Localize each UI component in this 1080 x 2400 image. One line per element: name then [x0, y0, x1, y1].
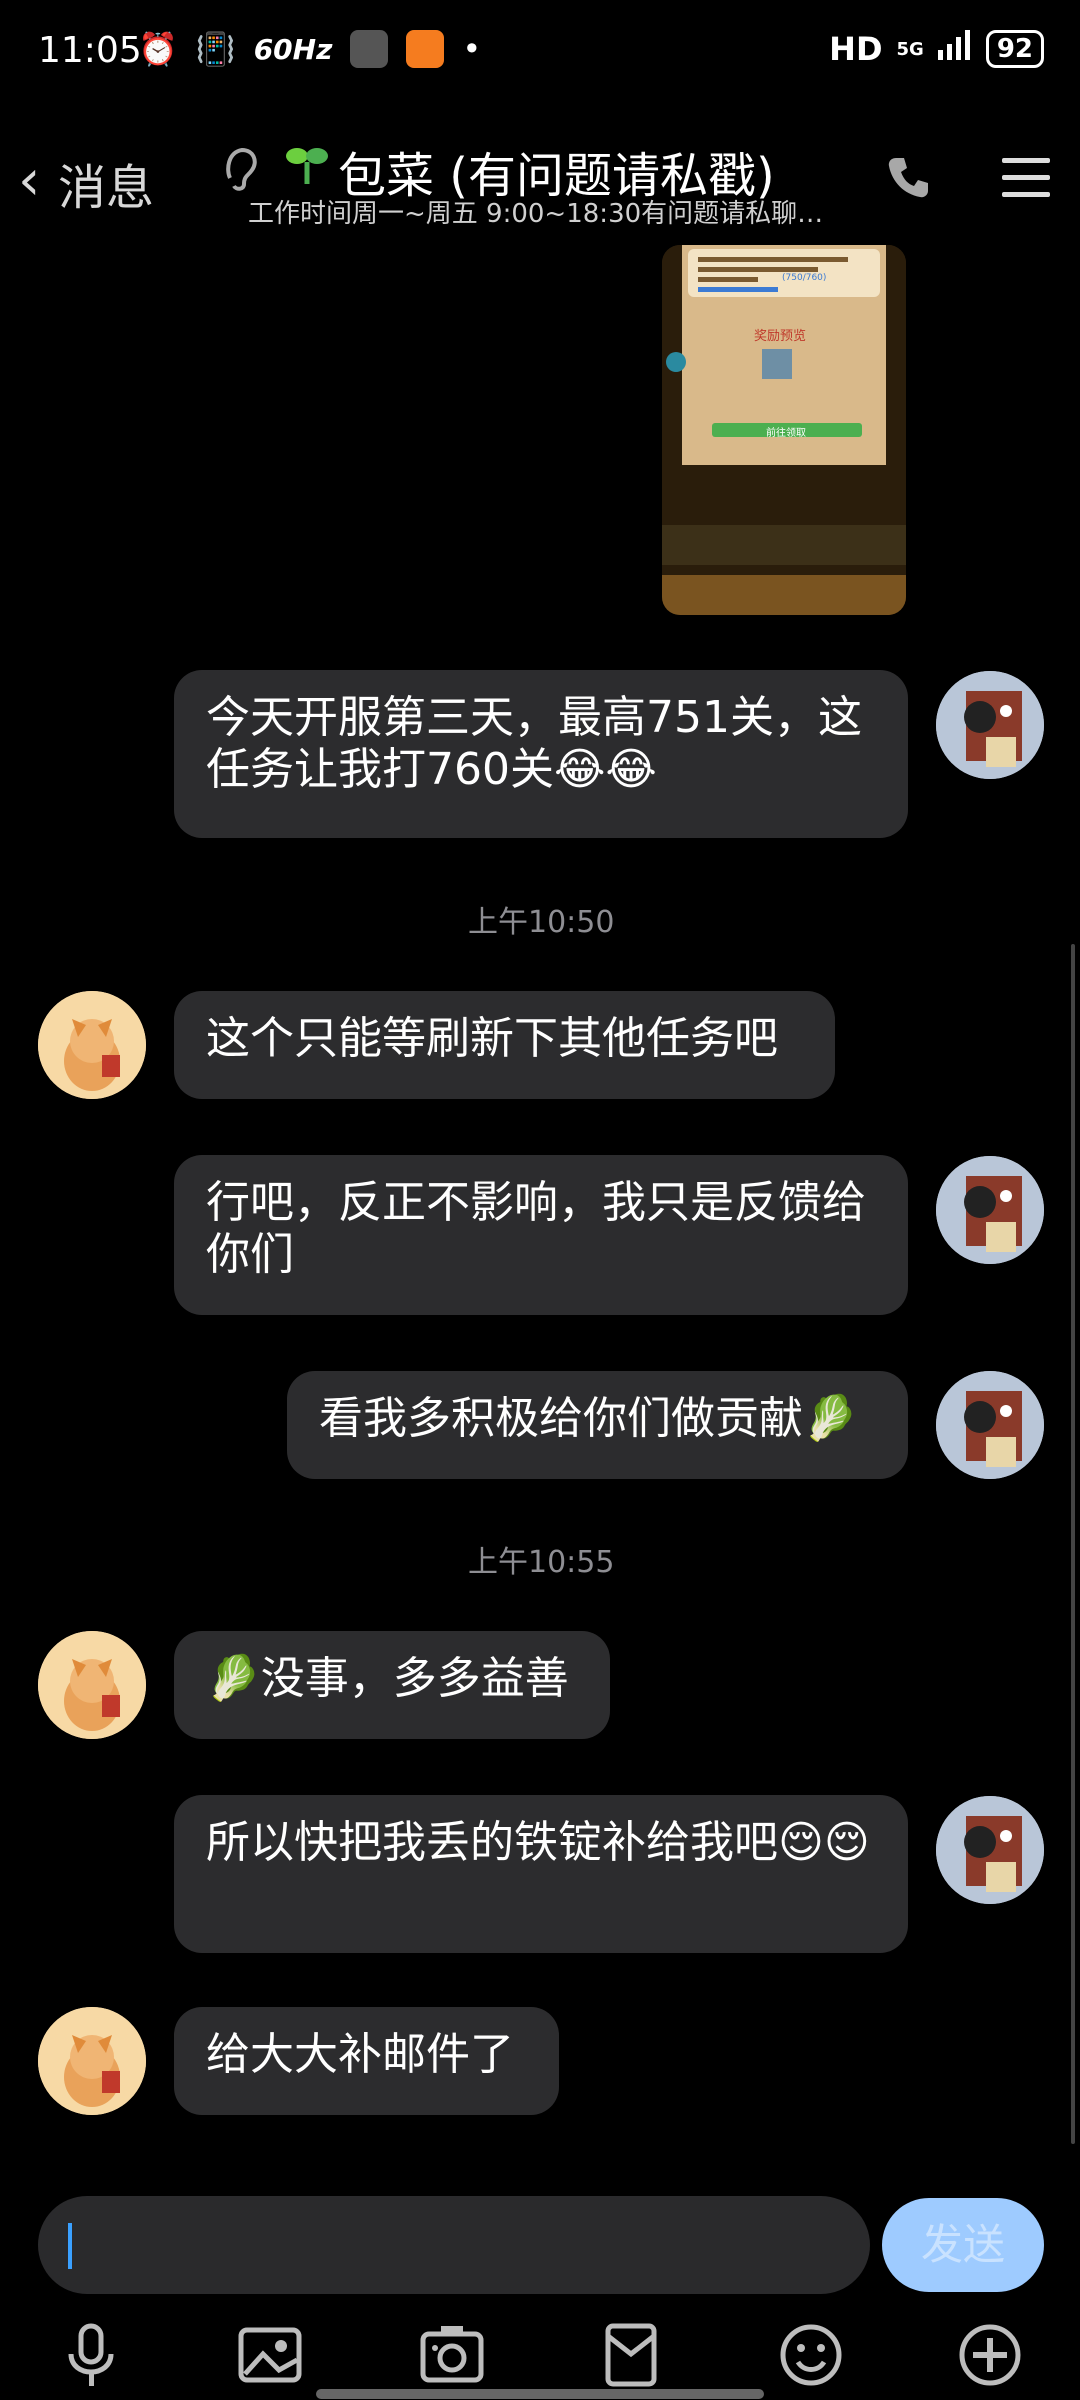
status-icons-left: ⏰ 📳 60Hz • — [138, 30, 481, 68]
hd-label: HD — [829, 30, 883, 68]
emoji-icon[interactable] — [776, 2320, 846, 2390]
network-label: 5G — [896, 38, 924, 60]
message-bubble-self[interactable]: 行吧，反正不影响，我只是反馈给你们 — [174, 1155, 908, 1315]
status-right: HD 5G 92 — [829, 30, 1044, 68]
uc-browser-icon — [406, 30, 445, 68]
message-text: 给大大补邮件了 — [206, 2029, 514, 2080]
vibrate-icon: 📳 — [195, 30, 236, 68]
status-dot: • — [462, 30, 482, 68]
wechat-icon — [350, 30, 389, 68]
timestamp: 上午10:55 — [468, 1545, 615, 1580]
chat-subtitle: 工作时间周一~周五 9:00~18:30有问题请私聊留... — [248, 199, 834, 229]
avatar-other[interactable] — [38, 991, 146, 1099]
back-button-label[interactable]: 消息 — [58, 148, 154, 218]
back-chevron-icon[interactable]: ‹ — [18, 148, 40, 213]
sprout-icon — [284, 140, 330, 186]
camera-icon[interactable] — [417, 2320, 487, 2390]
battery-indicator: 92 — [985, 30, 1044, 68]
message-text: 看我多积极给你们做贡献🥬 — [319, 1393, 858, 1444]
message-text: 今天开服第三天，最高751关，这任务让我打760关😂😂 — [206, 692, 862, 795]
avatar-self[interactable] — [936, 1796, 1044, 1904]
red-packet-icon[interactable] — [596, 2320, 666, 2390]
gesture-nav-bar[interactable] — [316, 2389, 764, 2399]
signal-icon — [937, 30, 972, 68]
scrollbar[interactable] — [1071, 944, 1075, 2144]
image-icon[interactable] — [235, 2320, 305, 2390]
message-bubble-self[interactable]: 看我多积极给你们做贡献🥬 — [287, 1371, 908, 1479]
plus-icon[interactable] — [955, 2320, 1025, 2390]
mic-icon[interactable] — [56, 2320, 126, 2390]
avatar-self[interactable] — [936, 1371, 1044, 1479]
avatar-self[interactable] — [936, 671, 1044, 779]
avatar-self[interactable] — [936, 1156, 1044, 1264]
avatar-other[interactable] — [38, 2007, 146, 2115]
phone-call-icon[interactable] — [886, 154, 932, 200]
message-text: 行吧，反正不影响，我只是反馈给你们 — [206, 1177, 866, 1280]
message-bubble-self[interactable]: 今天开服第三天，最高751关，这任务让我打760关😂😂 — [174, 670, 908, 838]
collect-button-label: 前往领取 — [766, 428, 806, 439]
status-time: 11:05 — [38, 30, 142, 71]
send-button[interactable]: 发送 — [882, 2198, 1044, 2292]
message-text: 🥬没事，多多益善 — [206, 1653, 569, 1704]
message-bubble-other[interactable]: 给大大补邮件了 — [174, 2007, 559, 2115]
menu-icon[interactable] — [1000, 156, 1052, 200]
image-message-screenshot[interactable]: 奖励预览 (750/760) 前往领取 — [662, 245, 906, 615]
status-bar: 11:05 ⏰ 📳 60Hz • HD 5G 92 — [0, 0, 1080, 110]
message-text: 所以快把我丢的铁锭补给我吧😌😌 — [206, 1817, 870, 1868]
message-bubble-other[interactable]: 🥬没事，多多益善 — [174, 1631, 610, 1739]
reward-preview-label: 奖励预览 — [754, 329, 807, 344]
progress-text: (750/760) — [782, 273, 827, 283]
avatar-other[interactable] — [38, 1631, 146, 1739]
timestamp: 上午10:50 — [468, 905, 615, 940]
message-input[interactable] — [38, 2196, 870, 2294]
message-bubble-self[interactable]: 所以快把我丢的铁锭补给我吧😌😌 — [174, 1795, 908, 1953]
alarm-icon: ⏰ — [138, 30, 178, 68]
message-text: 这个只能等刷新下其他任务吧 — [206, 1013, 778, 1064]
refresh-rate: 60Hz — [253, 32, 333, 66]
message-bubble-other[interactable]: 这个只能等刷新下其他任务吧 — [174, 991, 835, 1099]
text-cursor — [68, 2223, 72, 2269]
